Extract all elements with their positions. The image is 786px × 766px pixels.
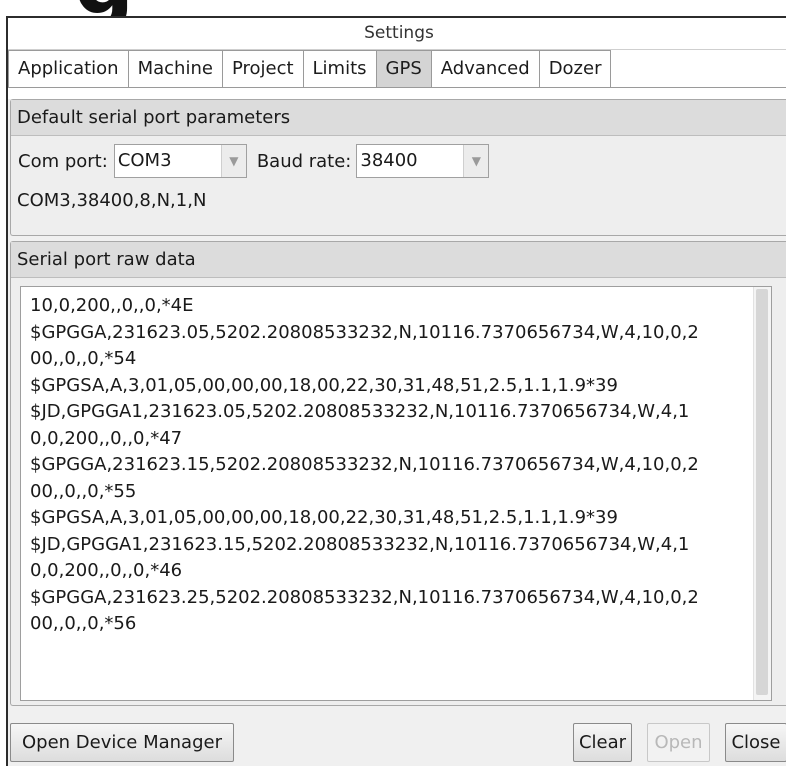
raw-data-line: $GPGGA,231623.15,5202.20808533232,N,1011…	[30, 454, 699, 475]
raw-data-group: Serial port raw data 10,0,200,,0,,0,*4E $…	[10, 241, 786, 706]
tab-bar: Application Machine Project Limits GPS A…	[8, 50, 786, 88]
close-button[interactable]: Close	[725, 723, 786, 762]
raw-data-line: $JD,GPGGA1,231623.15,5202.20808533232,N,…	[30, 533, 690, 555]
raw-data-line: $GPGSA,A,3,01,05,00,00,00,18,00,22,30,31…	[30, 507, 618, 528]
tab-project[interactable]: Project	[222, 50, 304, 88]
baud-rate-select[interactable]: 38400 ▼	[356, 144, 490, 178]
tab-gps[interactable]: GPS	[376, 50, 432, 88]
raw-data-header: Serial port raw data	[11, 242, 786, 278]
raw-data-line: 0,0,200,,0,,0,*46	[30, 560, 183, 581]
raw-data-line: $JD,GPGGA1,231623.05,5202.20808533232,N,…	[30, 401, 690, 422]
com-port-select[interactable]: COM3 ▼	[113, 144, 247, 178]
raw-data-line: $GPGGA,231623.25,5202.20808533232,N,1011…	[30, 586, 699, 608]
com-port-label: Com port:	[18, 150, 108, 172]
serial-params-header: Default serial port parameters	[11, 100, 786, 136]
tab-limits[interactable]: Limits	[303, 50, 377, 88]
settings-window: Settings Application Machine Project Lim…	[6, 16, 786, 766]
raw-data-textbox[interactable]: 10,0,200,,0,,0,*4E $GPGGA,231623.05,5202.…	[20, 286, 772, 701]
tab-dozer[interactable]: Dozer	[539, 50, 612, 88]
serial-params-summary: COM3,38400,8,N,1,N	[17, 190, 207, 211]
chevron-down-icon[interactable]: ▼	[463, 145, 489, 177]
baud-rate-value: 38400	[360, 150, 418, 171]
chevron-down-icon[interactable]: ▼	[220, 145, 246, 177]
gps-tab-content: Default serial port parameters Com port:…	[8, 99, 786, 766]
open-device-manager-button[interactable]: Open Device Manager	[10, 723, 234, 762]
open-button[interactable]: Open	[647, 723, 710, 762]
raw-data-line: 00,,0,,0,*54	[30, 348, 137, 369]
raw-data-line: 00,,0,,0,*56	[30, 613, 137, 634]
tab-bar-filler	[611, 50, 786, 88]
scrollbar-thumb[interactable]	[756, 289, 768, 695]
raw-data-line: $GPGSA,A,3,01,05,00,00,00,18,00,22,30,31…	[30, 374, 618, 396]
tab-advanced[interactable]: Advanced	[431, 50, 540, 88]
raw-data-line: $GPGGA,231623.05,5202.20808533232,N,1011…	[30, 321, 699, 343]
baud-rate-label: Baud rate:	[256, 150, 352, 172]
raw-data-line: 0,0,200,,0,,0,*47	[30, 427, 183, 449]
raw-data-line: 00,,0,,0,*55	[30, 480, 137, 502]
clear-button[interactable]: Clear	[573, 723, 632, 762]
tab-application[interactable]: Application	[8, 50, 129, 88]
serial-params-group: Default serial port parameters Com port:…	[10, 99, 786, 236]
raw-data-lines: 10,0,200,,0,,0,*4E $GPGGA,231623.05,5202.…	[21, 287, 771, 638]
raw-data-line: 10,0,200,,0,,0,*4E	[30, 295, 194, 316]
vertical-scrollbar[interactable]	[753, 287, 771, 700]
tab-machine[interactable]: Machine	[128, 50, 223, 88]
port-row: Com port: COM3 ▼ Baud rate: 38400 ▼	[18, 144, 490, 178]
window-title: Settings	[8, 18, 786, 50]
com-port-value: COM3	[117, 150, 172, 171]
